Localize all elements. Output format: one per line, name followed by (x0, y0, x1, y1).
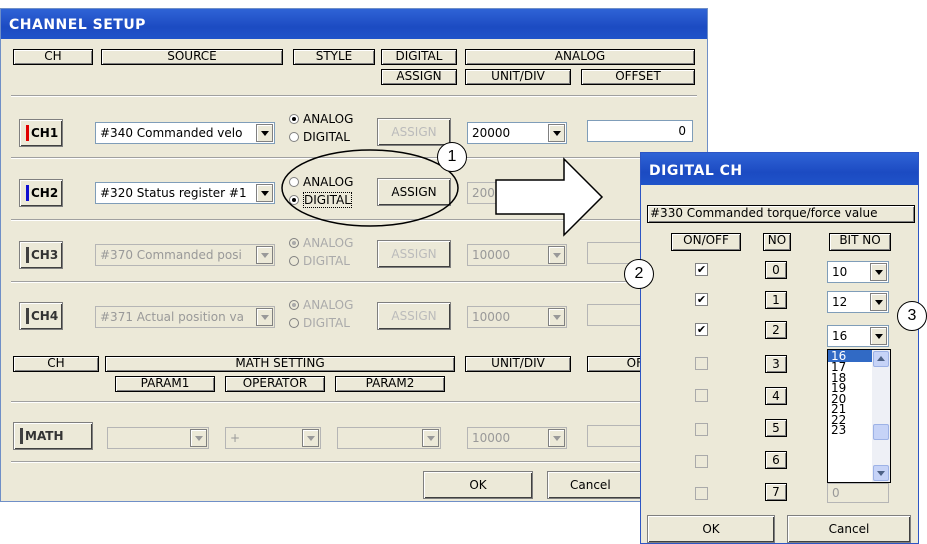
ok-button[interactable]: OK (423, 471, 533, 499)
header-digital: DIGITAL (381, 49, 457, 65)
scroll-down-icon[interactable] (873, 465, 889, 481)
math-header-unit-div: UNIT/DIV (465, 356, 571, 372)
ch3-button[interactable]: CH3 (19, 241, 63, 269)
bit0-number: 0 (765, 261, 787, 279)
ch3-assign-button[interactable]: ASSIGN (377, 240, 451, 268)
bit7-number: 7 (765, 483, 787, 501)
ch4-assign-button[interactable]: ASSIGN (377, 302, 451, 330)
math-header-operator: OPERATOR (225, 376, 325, 392)
ch1-radio-analog[interactable]: ANALOG (289, 112, 353, 126)
digital-ch-title: DIGITAL CH (641, 153, 918, 185)
ch1-unit-div-select[interactable]: 20000 (467, 122, 567, 144)
math-param2-select[interactable] (337, 427, 441, 449)
digital-ch-window: DIGITAL CH #330 Commanded torque/force v… (640, 152, 919, 544)
bit1-checkbox[interactable]: ✔ (695, 293, 708, 306)
bit7-checkbox[interactable] (695, 487, 708, 500)
chevron-down-icon[interactable] (548, 124, 565, 142)
bit7-bit-select[interactable]: 0 (827, 483, 889, 503)
header-on-off: ON/OFF (671, 233, 741, 251)
chevron-down-icon[interactable] (256, 124, 273, 142)
math-unit-div-select[interactable]: 10000 (467, 427, 567, 449)
digital-source-label: #330 Commanded torque/force value (647, 205, 915, 223)
header-offset: OFFSET (581, 69, 695, 85)
bit3-number: 3 (765, 355, 787, 373)
ch1-source-select[interactable]: #340 Commanded velo (95, 122, 275, 144)
math-param1-select[interactable] (107, 427, 209, 449)
chevron-down-icon[interactable] (256, 308, 273, 326)
math-header-param2: PARAM2 (335, 376, 445, 392)
bit2-number: 2 (765, 321, 787, 339)
ch1-radio-digital[interactable]: DIGITAL (289, 130, 350, 144)
bit6-number: 6 (765, 451, 787, 469)
header-bit-no: BIT NO (829, 233, 891, 251)
bit3-checkbox[interactable] (695, 357, 708, 370)
digital-ok-button[interactable]: OK (647, 515, 775, 543)
bit1-bit-select[interactable]: 12 (827, 291, 889, 313)
math-header-setting: MATH SETTING (105, 356, 455, 372)
bit0-checkbox[interactable]: ✔ (695, 263, 708, 276)
header-unit-div: UNIT/DIV (465, 69, 571, 85)
math-header-param1: PARAM1 (115, 376, 215, 392)
chevron-down-icon[interactable] (548, 429, 565, 447)
highlight-ellipse (281, 149, 459, 227)
ch1-assign-button[interactable]: ASSIGN (377, 118, 451, 146)
header-no: NO (763, 233, 791, 251)
chevron-down-icon[interactable] (190, 429, 207, 447)
chevron-down-icon[interactable] (256, 184, 273, 202)
ch1-offset-field[interactable]: 0 (587, 120, 693, 142)
ch2-source-select[interactable]: #320 Status register #1 (95, 182, 275, 204)
window-title: CHANNEL SETUP (1, 9, 707, 39)
chevron-down-icon[interactable] (870, 293, 887, 311)
ch3-radio-analog[interactable]: ANALOG (289, 236, 353, 250)
header-analog: ANALOG (465, 49, 695, 65)
callout-3: 3 (897, 301, 927, 331)
scroll-up-icon[interactable] (873, 351, 889, 367)
ch3-source-select[interactable]: #370 Commanded posi (95, 244, 275, 266)
ch2-button[interactable]: CH2 (19, 179, 63, 207)
ch3-radio-digital[interactable]: DIGITAL (289, 254, 350, 268)
arrow-right-icon (495, 157, 604, 237)
bit2-checkbox[interactable]: ✔ (695, 323, 708, 336)
ch4-radio-digital[interactable]: DIGITAL (289, 316, 350, 330)
digital-cancel-button[interactable]: Cancel (787, 515, 911, 543)
header-assign: ASSIGN (381, 69, 457, 85)
bit6-checkbox[interactable] (695, 455, 708, 468)
header-style: STYLE (293, 49, 375, 65)
channel-setup-window: CHANNEL SETUP CH SOURCE STYLE DIGITAL AN… (0, 8, 708, 502)
bit4-number: 4 (765, 387, 787, 405)
chevron-down-icon[interactable] (256, 246, 273, 264)
ch3-unit-div-select[interactable]: 10000 (467, 244, 567, 266)
dropdown-scrollbar[interactable] (872, 350, 890, 482)
ch4-unit-div-select[interactable]: 10000 (467, 306, 567, 328)
bit4-checkbox[interactable] (695, 389, 708, 402)
callout-1: 1 (437, 142, 467, 172)
bit0-bit-select[interactable]: 10 (827, 261, 889, 283)
math-operator-select[interactable]: + (225, 427, 321, 449)
bit5-number: 5 (765, 419, 787, 437)
callout-2: 2 (624, 259, 654, 289)
chevron-down-icon[interactable] (548, 308, 565, 326)
chevron-down-icon[interactable] (548, 246, 565, 264)
math-button[interactable]: MATH (13, 422, 93, 450)
ch4-source-select[interactable]: #371 Actual position va (95, 306, 275, 328)
ch1-button[interactable]: CH1 (19, 119, 63, 147)
chevron-down-icon[interactable] (870, 263, 887, 281)
bit2-bit-select[interactable]: 16 (827, 325, 889, 347)
bit5-checkbox[interactable] (695, 423, 708, 436)
ch4-radio-analog[interactable]: ANALOG (289, 298, 353, 312)
bit1-number: 1 (765, 291, 787, 309)
ch4-button[interactable]: CH4 (19, 302, 63, 330)
header-source: SOURCE (101, 49, 283, 65)
chevron-down-icon[interactable] (422, 429, 439, 447)
bit-dropdown-list[interactable]: 16 17 18 19 20 21 22 23 (827, 349, 891, 483)
chevron-down-icon[interactable] (870, 327, 887, 345)
math-header-ch: CH (13, 356, 99, 372)
chevron-down-icon[interactable] (302, 429, 319, 447)
header-ch: CH (13, 49, 93, 65)
scroll-thumb[interactable] (873, 424, 889, 440)
